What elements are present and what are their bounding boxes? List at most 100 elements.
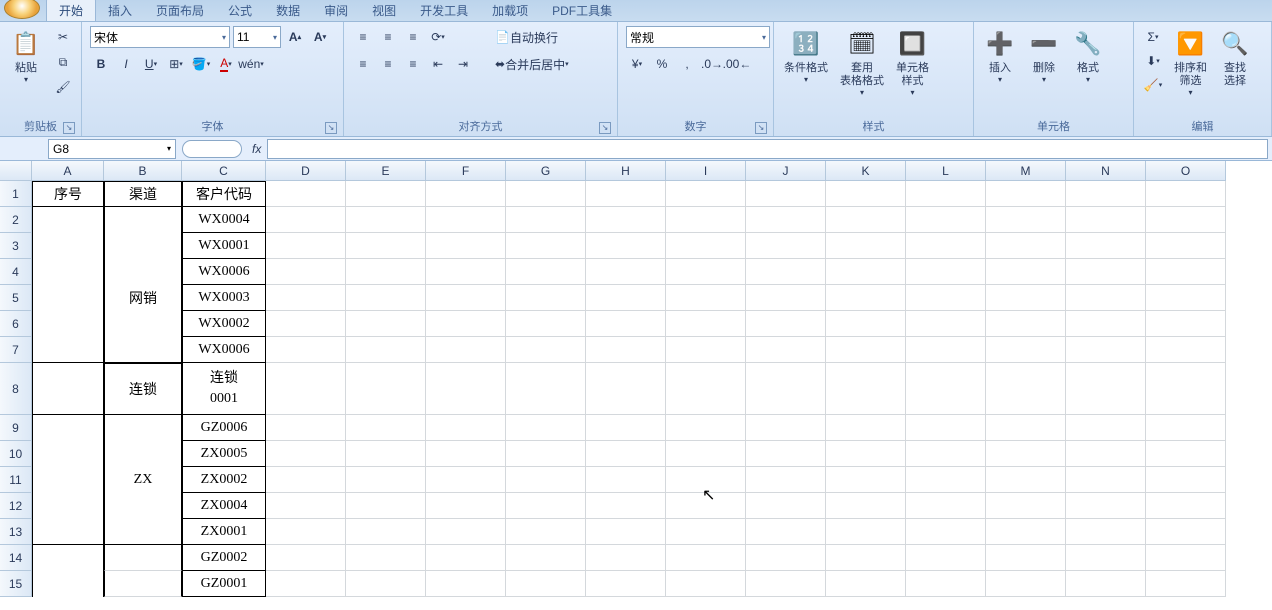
tab-insert[interactable]: 插入 xyxy=(96,0,144,21)
cell-M2[interactable] xyxy=(986,207,1066,233)
cell-J8[interactable] xyxy=(746,363,826,415)
cell-J3[interactable] xyxy=(746,233,826,259)
cell-L11[interactable] xyxy=(906,467,986,493)
align-bottom-button[interactable]: ≡ xyxy=(402,26,424,48)
cell-K1[interactable] xyxy=(826,181,906,207)
tab-data[interactable]: 数据 xyxy=(264,0,312,21)
cell-O11[interactable] xyxy=(1146,467,1226,493)
cell-L3[interactable] xyxy=(906,233,986,259)
cell-M3[interactable] xyxy=(986,233,1066,259)
col-header-A[interactable]: A xyxy=(32,161,104,181)
cell-H5[interactable] xyxy=(586,285,666,311)
row-header-15[interactable]: 15 xyxy=(0,571,32,597)
cell-L13[interactable] xyxy=(906,519,986,545)
cell-D9[interactable] xyxy=(266,415,346,441)
cell-I13[interactable] xyxy=(666,519,746,545)
cell-B14[interactable] xyxy=(104,545,182,571)
cell-O5[interactable] xyxy=(1146,285,1226,311)
wrap-text-button[interactable]: 📄 自动换行 xyxy=(490,26,563,48)
cell-E10[interactable] xyxy=(346,441,426,467)
cell-L9[interactable] xyxy=(906,415,986,441)
office-button[interactable] xyxy=(4,0,40,19)
cell-E11[interactable] xyxy=(346,467,426,493)
cell-J11[interactable] xyxy=(746,467,826,493)
cell-B9[interactable] xyxy=(104,415,182,441)
cell-N5[interactable] xyxy=(1066,285,1146,311)
number-format-combo[interactable]: 常规▾ xyxy=(626,26,770,48)
cell-F1[interactable] xyxy=(426,181,506,207)
cell-K5[interactable] xyxy=(826,285,906,311)
col-header-I[interactable]: I xyxy=(666,161,746,181)
cell-E1[interactable] xyxy=(346,181,426,207)
cell-K4[interactable] xyxy=(826,259,906,285)
cell-L15[interactable] xyxy=(906,571,986,597)
cell-G9[interactable] xyxy=(506,415,586,441)
cell-A8[interactable] xyxy=(32,363,104,415)
grow-font-button[interactable]: A▴ xyxy=(284,26,306,48)
cell-F11[interactable] xyxy=(426,467,506,493)
cell-C15[interactable]: GZ0001 xyxy=(182,571,266,597)
cell-I11[interactable] xyxy=(666,467,746,493)
row-header-3[interactable]: 3 xyxy=(0,233,32,259)
cell-N8[interactable] xyxy=(1066,363,1146,415)
cell-G8[interactable] xyxy=(506,363,586,415)
cell-H13[interactable] xyxy=(586,519,666,545)
cell-O15[interactable] xyxy=(1146,571,1226,597)
insert-cells-button[interactable]: ➕插入▾ xyxy=(978,24,1022,88)
cell-G1[interactable] xyxy=(506,181,586,207)
col-header-H[interactable]: H xyxy=(586,161,666,181)
cell-E7[interactable] xyxy=(346,337,426,363)
cell-N9[interactable] xyxy=(1066,415,1146,441)
cell-M14[interactable] xyxy=(986,545,1066,571)
cell-G7[interactable] xyxy=(506,337,586,363)
cell-L7[interactable] xyxy=(906,337,986,363)
cell-C8[interactable]: 连锁0001 xyxy=(182,363,266,415)
cell-D4[interactable] xyxy=(266,259,346,285)
cell-N6[interactable] xyxy=(1066,311,1146,337)
cell-D11[interactable] xyxy=(266,467,346,493)
cell-H6[interactable] xyxy=(586,311,666,337)
font-launcher[interactable]: ↘ xyxy=(325,122,337,134)
align-left-button[interactable]: ≡ xyxy=(352,53,374,75)
cell-N11[interactable] xyxy=(1066,467,1146,493)
cell-A14[interactable] xyxy=(32,545,104,571)
cell-G13[interactable] xyxy=(506,519,586,545)
cell-M4[interactable] xyxy=(986,259,1066,285)
border-button[interactable]: ⊞▾ xyxy=(165,53,187,75)
cell-B3[interactable] xyxy=(104,233,182,259)
cell-M11[interactable] xyxy=(986,467,1066,493)
cell-J15[interactable] xyxy=(746,571,826,597)
cell-G15[interactable] xyxy=(506,571,586,597)
cell-K11[interactable] xyxy=(826,467,906,493)
indent-decrease-button[interactable]: ⇤ xyxy=(427,53,449,75)
cell-I1[interactable] xyxy=(666,181,746,207)
cell-J2[interactable] xyxy=(746,207,826,233)
cell-O10[interactable] xyxy=(1146,441,1226,467)
cell-C10[interactable]: ZX0005 xyxy=(182,441,266,467)
cell-F7[interactable] xyxy=(426,337,506,363)
cell-D1[interactable] xyxy=(266,181,346,207)
cell-G12[interactable] xyxy=(506,493,586,519)
cell-K2[interactable] xyxy=(826,207,906,233)
align-top-button[interactable]: ≡ xyxy=(352,26,374,48)
cell-M9[interactable] xyxy=(986,415,1066,441)
cell-F15[interactable] xyxy=(426,571,506,597)
cell-O6[interactable] xyxy=(1146,311,1226,337)
cell-B6[interactable] xyxy=(104,311,182,337)
tab-review[interactable]: 审阅 xyxy=(312,0,360,21)
cell-B8[interactable]: 连锁 xyxy=(104,363,182,415)
cell-L10[interactable] xyxy=(906,441,986,467)
cell-B5[interactable]: 网销 xyxy=(104,285,182,311)
row-header-1[interactable]: 1 xyxy=(0,181,32,207)
col-header-C[interactable]: C xyxy=(182,161,266,181)
cell-J1[interactable] xyxy=(746,181,826,207)
cell-K7[interactable] xyxy=(826,337,906,363)
cell-O4[interactable] xyxy=(1146,259,1226,285)
cell-H4[interactable] xyxy=(586,259,666,285)
delete-cells-button[interactable]: ➖删除▾ xyxy=(1022,24,1066,88)
cell-M13[interactable] xyxy=(986,519,1066,545)
cell-C13[interactable]: ZX0001 xyxy=(182,519,266,545)
cell-F14[interactable] xyxy=(426,545,506,571)
cell-M12[interactable] xyxy=(986,493,1066,519)
cell-E3[interactable] xyxy=(346,233,426,259)
